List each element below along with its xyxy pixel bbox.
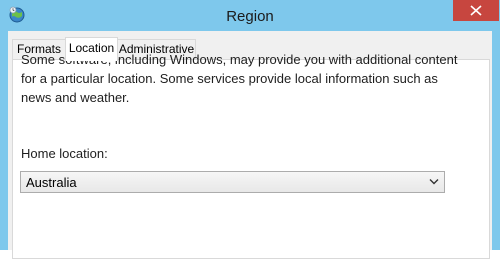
chevron-down-icon bbox=[429, 179, 439, 185]
tab-location[interactable]: Location bbox=[65, 37, 118, 61]
close-icon bbox=[470, 5, 482, 16]
home-location-value: Australia bbox=[26, 175, 77, 190]
close-button[interactable] bbox=[453, 0, 499, 21]
home-location-label: Home location: bbox=[21, 146, 108, 161]
title-bar[interactable]: Region bbox=[0, 0, 500, 31]
region-window: Region Formats Location Administrative S… bbox=[0, 0, 500, 259]
window-title: Region bbox=[226, 8, 274, 25]
home-location-dropdown[interactable]: Australia bbox=[20, 171, 445, 193]
